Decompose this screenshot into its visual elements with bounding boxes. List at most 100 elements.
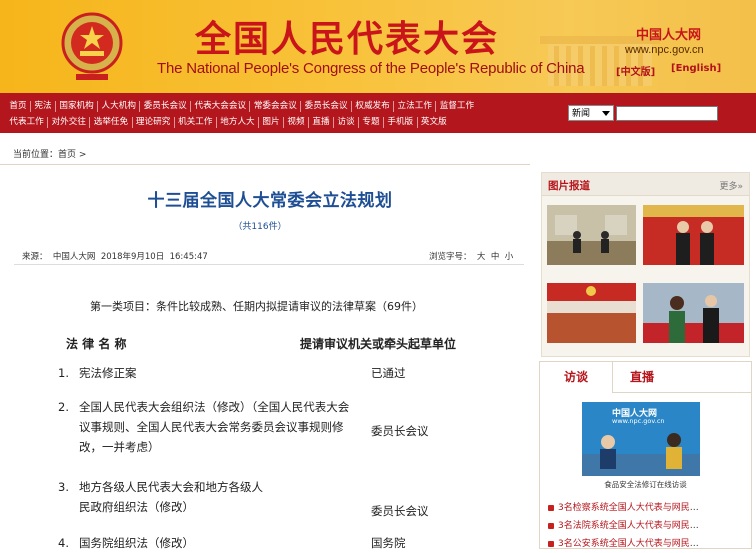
font-small-button[interactable]: 小 [505, 252, 514, 262]
news-title[interactable]: 3名公安系统全国人大代表与网民 [558, 539, 690, 549]
law-unit: 国务院 [371, 536, 406, 550]
col-header-law: 法 律 名 称 [66, 337, 127, 351]
law-number: 3. [58, 480, 69, 494]
bullet-icon [548, 504, 554, 511]
nav-item[interactable]: 委员长会议 [301, 101, 352, 112]
source-value: 中国人大网 [52, 252, 96, 262]
nav-item[interactable]: 委员长会议 [140, 101, 192, 112]
source-label: 来源： [22, 252, 48, 262]
nav-item[interactable]: 对外交往 [48, 117, 91, 128]
news-photo[interactable] [547, 205, 636, 265]
news-ellipsis: … [689, 539, 699, 549]
bullet-icon [548, 522, 554, 529]
tab-live[interactable]: 直播 [612, 362, 672, 392]
news-ellipsis: … [689, 521, 699, 531]
nav-item[interactable]: 国家机构 [56, 101, 99, 112]
nav-item[interactable]: 常委会会议 [250, 101, 302, 112]
law-item: 4. 国务院组织法（修改） [58, 533, 358, 553]
news-photo[interactable] [643, 283, 744, 343]
law-unit: 委员长会议 [371, 504, 429, 518]
national-emblem-icon [61, 12, 123, 80]
panel-header: 图片报道 更多» [542, 173, 749, 196]
nav-item[interactable]: 代表大会会议 [191, 101, 251, 112]
nav-item[interactable]: 英文版 [418, 117, 451, 128]
breadcrumb-separator: > [78, 150, 87, 160]
nav-item[interactable]: 选举任免 [90, 117, 133, 128]
law-number: 1. [58, 366, 69, 380]
law-item: 2. 全国人民代表大会组织法（修改）（全国人民代表大会议事规则、全国人民代表大会… [58, 397, 358, 459]
law-item: 1. 宪法修正案 [58, 363, 358, 383]
nav-item[interactable]: 权威发布 [352, 101, 395, 112]
law-name: 国务院组织法（修改） [79, 536, 194, 550]
nav-item[interactable]: 地方人大 [217, 117, 260, 128]
law-name: 地方各级人民代表大会和地方各级人民政府组织法（修改） [79, 480, 263, 514]
font-size-label: 浏览字号： [429, 252, 472, 262]
news-title[interactable]: 3名法院系统全国人大代表与网民 [558, 521, 690, 531]
article-count: （共116件） [233, 222, 287, 232]
news-photo[interactable] [547, 283, 636, 343]
search-input[interactable] [616, 106, 718, 121]
publish-time: 16:45:47 [169, 252, 208, 262]
header-banner: 全国人民代表大会 The National People's Congress … [0, 0, 756, 93]
tab-interview[interactable]: 访谈 [540, 362, 613, 392]
lang-english-link[interactable]: [English] [671, 63, 721, 74]
news-ellipsis: … [689, 503, 699, 513]
nav-item[interactable]: 直播 [309, 117, 334, 128]
nav-item[interactable]: 机关工作 [175, 117, 217, 128]
law-number: 2. [58, 400, 69, 414]
divider [0, 164, 530, 165]
nav-item[interactable]: 宪法 [31, 101, 56, 112]
picture-news-panel: 图片报道 更多» [541, 172, 750, 357]
news-item[interactable]: 3名检察系统全国人大代表与网民… [548, 500, 699, 513]
breadcrumb: 当前位置：首页 > [13, 147, 86, 160]
breadcrumb-label: 当前位置： [13, 150, 59, 160]
news-photo[interactable] [643, 205, 744, 265]
nav-item[interactable]: 手机版 [384, 117, 418, 128]
nav-item[interactable]: 首页 [6, 101, 31, 112]
site-url[interactable]: www.npc.gov.cn [625, 44, 704, 56]
article-title: 十三届全国人大常委会立法规划 [147, 191, 393, 211]
panel-title: 图片报道 [548, 180, 590, 192]
nav-row-1: 首页 宪法 国家机构 人大机构 委员长会议 代表大会会议 常委会会议 委员长会议 权威发布 立法工… [6, 101, 477, 112]
news-item[interactable]: 3名公安系统全国人大代表与网民… [548, 536, 699, 549]
divider [612, 392, 751, 393]
nav-item[interactable]: 人大机构 [98, 101, 141, 112]
nav-item[interactable]: 图片 [259, 117, 285, 128]
nav-item[interactable]: 理论研究 [133, 117, 175, 128]
publish-date: 2018年9月10日 [100, 252, 165, 262]
nav-item[interactable]: 监督工作 [436, 101, 477, 112]
law-number: 4. [58, 536, 69, 550]
article-meta: 来源： 中国人大网 2018年9月10日 16:45:47 [22, 250, 208, 262]
col-header-unit: 提请审议机关或牵头起草单位 [300, 337, 457, 351]
video-url: www.npc.gov.cn [612, 417, 665, 425]
nav-row-2: 代表工作 对外交往 选举任免 理论研究 机关工作 地方人大 图片 视频 直播 访谈 专题 手机版 英文版 [6, 117, 450, 128]
law-name: 全国人民代表大会组织法（修改）（全国人民代表大会议事规则、全国人民代表大会常务委… [79, 400, 350, 454]
lang-chinese-link[interactable]: [中文版] [616, 63, 655, 78]
search-category-value: 新闻 [572, 109, 591, 119]
chevron-down-icon [602, 111, 610, 116]
law-item: 3. 地方各级人民代表大会和地方各级人民政府组织法（修改） [58, 477, 358, 519]
category-heading: 第一类项目：条件比较成熟、任期内拟提请审议的法律草案（69件） [90, 300, 423, 313]
news-item[interactable]: 3名法院系统全国人大代表与网民… [548, 518, 699, 531]
video-caption: 食品安全法修订在线访谈 [604, 480, 687, 489]
search-category-select[interactable]: 新闻 [568, 105, 614, 121]
law-name: 宪法修正案 [79, 366, 137, 380]
law-unit: 委员长会议 [371, 424, 429, 438]
law-unit: 已通过 [371, 366, 406, 380]
nav-item[interactable]: 专题 [359, 117, 384, 128]
nav-item[interactable]: 视频 [284, 117, 309, 128]
site-title-cn: 全国人民代表大会 [195, 18, 500, 60]
interview-video-thumbnail[interactable]: 中国人大网 www.npc.gov.cn [582, 402, 700, 476]
news-title[interactable]: 3名检察系统全国人大代表与网民 [558, 503, 690, 513]
interview-live-panel: 访谈 直播 中国人大网 www.npc.gov.cn 食品安全法修订在线访谈 3… [539, 361, 752, 549]
breadcrumb-home-link[interactable]: 首页 [58, 150, 76, 160]
font-size-controls: 浏览字号： 大 中 小 [429, 250, 513, 262]
site-name-logo[interactable]: 中国人大网 [636, 24, 701, 43]
nav-item[interactable]: 立法工作 [394, 101, 437, 112]
site-title-en: The National People's Congress of the Pe… [157, 60, 585, 77]
font-large-button[interactable]: 大 [477, 252, 486, 262]
nav-item[interactable]: 代表工作 [6, 117, 49, 128]
font-medium-button[interactable]: 中 [491, 252, 500, 262]
more-link[interactable]: 更多» [719, 179, 743, 192]
nav-item[interactable]: 访谈 [334, 117, 359, 128]
